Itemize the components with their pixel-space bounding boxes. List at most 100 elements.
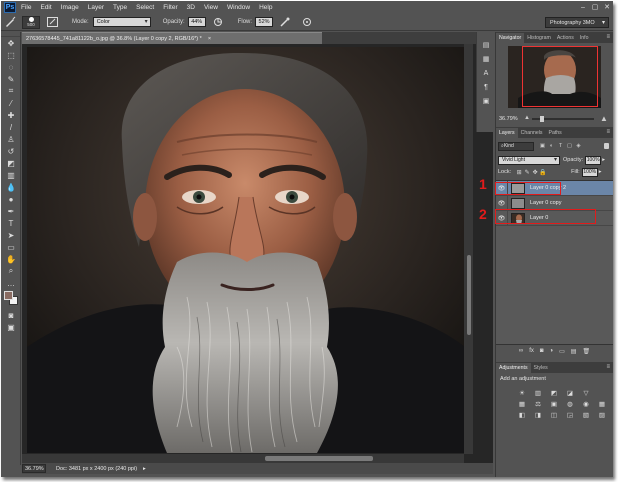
marquee-tool-icon[interactable]: ⬚ [1,49,21,61]
layer-filter-kind-select[interactable]: ⌕ Kind [498,141,534,151]
brush-size-picker[interactable]: 500 [22,15,40,29]
zoom-in-mountain-icon[interactable]: ▲ [600,114,608,123]
workspace-switcher[interactable]: Photography 3MO [545,17,609,28]
layer-opacity-field[interactable]: 100% [585,155,602,165]
navigator-view-box[interactable] [522,46,598,107]
color-lookup-icon[interactable]: ▦ [596,399,608,408]
zoom-level-field[interactable]: 36.79% [22,464,46,473]
selective-color-icon[interactable]: ▧ [580,410,592,419]
mode-select[interactable]: Color [92,17,151,27]
quick-mask-icon[interactable]: ◙ [1,309,21,321]
new-adjustment-layer-icon[interactable]: ◑ [549,348,553,354]
type-tool-icon[interactable]: T [1,217,21,229]
path-selection-tool-icon[interactable]: ➤ [1,229,21,241]
exposure-icon[interactable]: ◪ [564,388,576,397]
pressure-opacity-icon[interactable] [212,16,224,28]
eyedropper-tool-icon[interactable]: ⁄ [1,97,21,109]
gradient-tool-icon[interactable]: ▥ [1,169,21,181]
color-swatches[interactable] [1,289,21,309]
tab-styles[interactable]: Styles [531,363,551,373]
menu-3d[interactable]: 3D [187,4,195,11]
menu-view[interactable]: View [204,4,218,11]
layer-opacity-dropdown-icon[interactable]: ▸ [602,157,605,163]
pen-tool-icon[interactable]: ✒ [1,205,21,217]
layer-style-icon[interactable]: fx [529,348,534,354]
hue-saturation-icon[interactable]: ▦ [516,399,528,408]
blur-tool-icon[interactable]: 💧 [1,181,21,193]
pressure-size-icon[interactable] [301,16,313,28]
menu-edit[interactable]: Edit [40,4,51,11]
shadows-highlights-icon[interactable]: ▨ [596,410,608,419]
dodge-tool-icon[interactable]: ● [1,193,21,205]
history-icon[interactable]: ▤ [477,38,495,52]
canvas-horizontal-scroll-thumb[interactable] [265,456,373,461]
lock-position-icon[interactable]: ✥ [531,169,539,176]
paragraph-icon[interactable]: ¶ [477,80,495,94]
hand-tool-icon[interactable]: ✋ [1,253,21,265]
channel-mixer-icon[interactable]: ◉ [580,399,592,408]
character-icon[interactable]: A [477,66,495,80]
brush-tool-preset-icon[interactable] [4,16,16,28]
brightness-contrast-icon[interactable]: ☀ [516,388,528,397]
canvas-vertical-scroll-thumb[interactable] [467,255,471,335]
healing-brush-tool-icon[interactable]: ✚ [1,109,21,121]
minimize-icon[interactable]: – [579,3,587,11]
layer-name[interactable]: Layer 0 copy [530,200,562,206]
lasso-tool-icon[interactable]: ◌ [1,61,21,73]
lock-transparent-pixels-icon[interactable]: ⊞ [515,169,523,176]
screen-mode-icon[interactable]: ▣ [1,321,21,333]
shape-filter-icon[interactable]: ▢ [565,143,574,149]
eraser-tool-icon[interactable]: ◩ [1,157,21,169]
link-layers-icon[interactable]: ∞ [519,348,523,354]
curves-icon[interactable]: ◩ [548,388,560,397]
menu-file[interactable]: File [21,4,31,11]
black-white-icon[interactable]: ▣ [548,399,560,408]
document-tab[interactable]: 27636578445_741a81122b_o.jpg @ 36.8% (La… [22,32,322,44]
maximize-icon[interactable]: ▢ [591,3,599,11]
tab-adjustments[interactable]: Adjustments [496,363,531,373]
blend-mode-select[interactable]: Vivid Light [498,155,560,165]
gradient-map-icon[interactable]: ◲ [564,410,576,419]
tab-layers[interactable]: Layers [496,128,518,138]
smart-object-filter-icon[interactable]: ◈ [574,143,583,149]
threshold-icon[interactable]: ◫ [548,410,560,419]
menu-window[interactable]: Window [227,4,250,11]
menu-filter[interactable]: Filter [163,4,177,11]
color-balance-icon[interactable]: ⚖ [532,399,544,408]
tab-paths[interactable]: Paths [546,128,565,138]
close-document-icon[interactable]: × [208,36,211,42]
adjustments-panel-menu-icon[interactable]: ≡ [606,364,610,370]
close-window-icon[interactable]: ✕ [603,3,611,11]
zoom-out-mountain-icon[interactable]: ▲ [524,115,530,121]
menu-image[interactable]: Image [61,4,79,11]
canvas-horizontal-scrollbar[interactable] [22,454,464,463]
quick-selection-tool-icon[interactable]: ✎ [1,73,21,85]
new-layer-icon[interactable]: ▤ [571,348,577,355]
delete-layer-icon[interactable]: 🗑 [582,348,590,355]
canvas-area[interactable] [22,44,493,463]
pixel-filter-icon[interactable]: ▣ [538,143,547,149]
lock-all-icon[interactable]: 🔒 [539,169,547,176]
tab-info[interactable]: Info [577,33,592,43]
fill-dropdown-icon[interactable]: ▸ [599,169,602,175]
tab-histogram[interactable]: Histogram [524,33,554,43]
layer-filter-toggle[interactable] [604,143,609,149]
opacity-field[interactable]: 44% [187,17,206,27]
lock-image-pixels-icon[interactable]: ✎ [523,169,531,176]
crop-tool-icon[interactable]: ⌗ [1,85,21,97]
zoom-tool-icon[interactable]: ⌕ [1,265,21,277]
photo-filter-icon[interactable]: ◍ [564,399,576,408]
clone-stamp-tool-icon[interactable]: ♙ [1,133,21,145]
navigator-zoom-value[interactable]: 36.79% [499,116,518,122]
menu-select[interactable]: Select [136,4,154,11]
menu-type[interactable]: Type [113,4,127,11]
brush-panel-toggle-icon[interactable] [46,16,58,28]
menu-help[interactable]: Help [259,4,272,11]
add-mask-icon[interactable]: ◙ [540,348,544,354]
tab-channels[interactable]: Channels [518,128,546,138]
rectangle-tool-icon[interactable]: ▭ [1,241,21,253]
fill-field[interactable]: 100% [581,167,598,177]
new-group-icon[interactable]: ▭ [559,348,565,355]
adjustment-filter-icon[interactable]: ◐ [547,143,556,149]
navigator-zoom-slider-knob[interactable] [540,116,544,122]
